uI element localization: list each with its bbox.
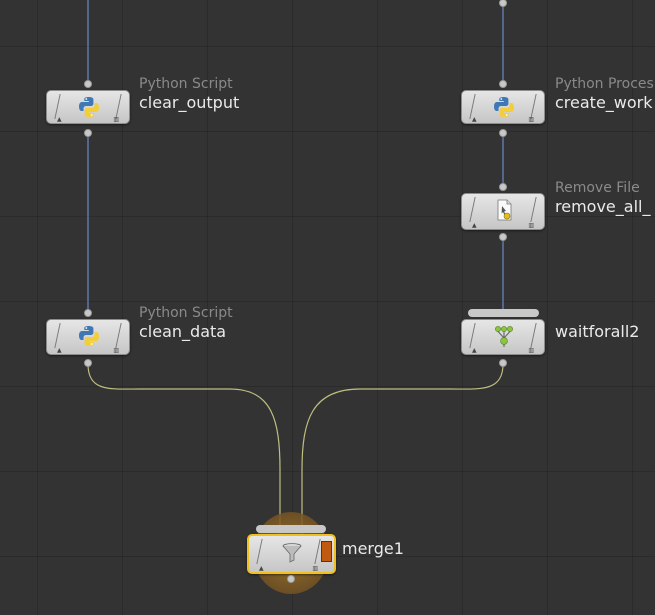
input-port[interactable] — [499, 183, 507, 191]
python-icon — [79, 326, 99, 346]
node-status-bar: ▲ ▥ — [472, 346, 534, 354]
node-name-label[interactable]: clear_output — [139, 93, 239, 112]
funnel-icon — [282, 543, 302, 563]
node-divider-right — [115, 323, 122, 348]
output-port[interactable] — [84, 129, 92, 137]
wire-waitforall-to-merge[interactable] — [301, 363, 504, 535]
node-divider-right — [314, 539, 321, 564]
node-body[interactable]: ▲ ▥ — [247, 534, 336, 574]
input-port[interactable] — [84, 309, 92, 317]
node-type-label: Python Proces — [555, 76, 654, 92]
node-body[interactable]: ▲ ▥ — [461, 319, 545, 355]
node-name-label[interactable]: clean_data — [139, 322, 226, 341]
output-port[interactable] — [287, 575, 295, 583]
network-editor-canvas[interactable]: ▲ ▥ Python Script clear_output ▲ ▥ Python … — [0, 0, 655, 615]
node-body[interactable]: ▲ ▥ — [461, 193, 545, 230]
node-status-bar: ▲ ▥ — [57, 115, 119, 123]
output-port[interactable] — [84, 359, 92, 367]
node-divider-left — [469, 323, 476, 348]
node-status-bar: ▲ ▥ — [472, 221, 534, 229]
wire-clean-data-to-merge[interactable] — [87, 363, 281, 535]
node-flag-bar[interactable] — [468, 309, 539, 317]
node-type-label: Python Script — [139, 305, 233, 321]
node-status-bar: ▲ ▥ — [472, 115, 534, 123]
node-divider-left — [54, 323, 61, 348]
node-body[interactable]: ▲ ▥ — [461, 90, 545, 124]
node-body[interactable]: ▲ ▥ — [46, 90, 130, 124]
node-divider-right — [530, 323, 537, 348]
node-type-label: Python Script — [139, 76, 233, 92]
node-name-label[interactable]: remove_all_ — [555, 197, 650, 216]
output-port[interactable] — [499, 233, 507, 241]
node-name-label[interactable]: waitforall2 — [555, 322, 639, 341]
node-divider-right — [530, 197, 537, 222]
node-flag-bar[interactable] — [256, 525, 326, 533]
python-icon — [494, 97, 514, 117]
node-type-label: Remove File — [555, 180, 640, 196]
node-body[interactable]: ▲ ▥ — [46, 319, 130, 355]
python-icon — [79, 97, 99, 117]
node-status-bar: ▲ ▥ — [259, 564, 318, 572]
node-name-label[interactable]: create_work — [555, 93, 653, 112]
node-divider-left — [256, 539, 263, 564]
node-divider-left — [469, 197, 476, 222]
output-port[interactable] — [499, 359, 507, 367]
display-flag[interactable] — [321, 541, 332, 562]
waitforall-icon — [495, 326, 513, 347]
input-port[interactable] — [84, 80, 92, 88]
input-port[interactable] — [499, 80, 507, 88]
node-name-label[interactable]: merge1 — [342, 539, 404, 558]
node-status-bar: ▲ ▥ — [57, 346, 119, 354]
remove-file-icon — [497, 199, 512, 221]
output-port[interactable] — [499, 129, 507, 137]
